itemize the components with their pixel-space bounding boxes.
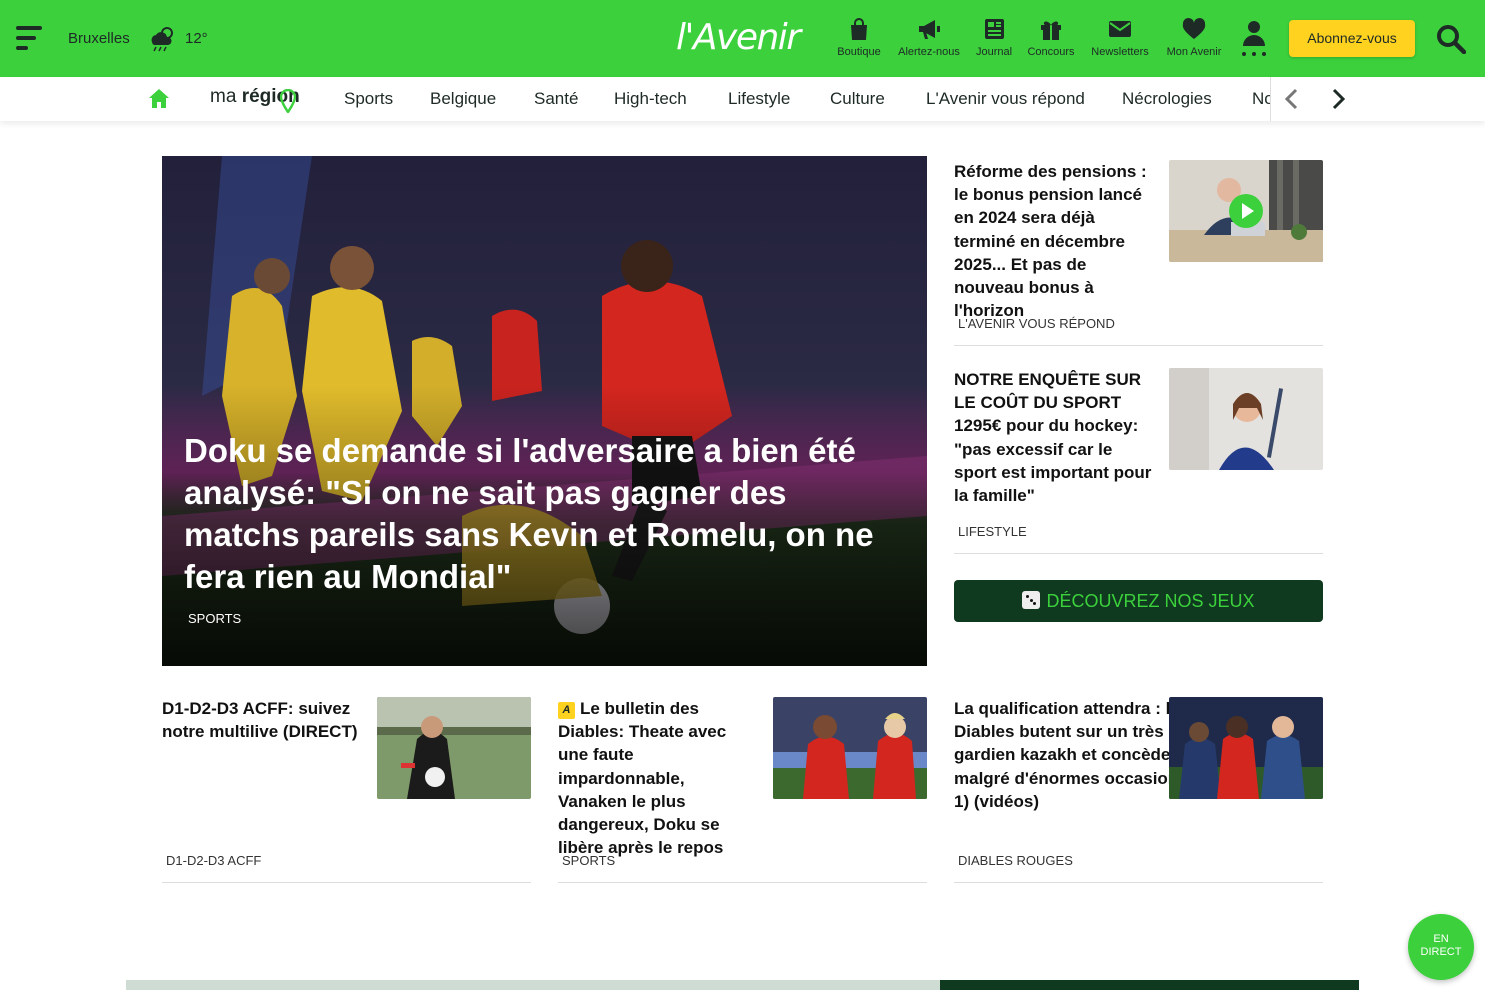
article-card[interactable]: A Le bulletin des Diables: Theate avec un… [558,697,927,883]
hero-article[interactable]: Doku se demande si l'adversaire a bien é… [162,156,927,666]
heart-icon [1182,17,1206,39]
gift-icon [1041,21,1061,40]
nav-sante[interactable]: Santé [534,89,578,109]
side-article-thumbnail[interactable] [1169,160,1323,262]
card-title-text: Le bulletin des Diables: Theate avec une… [558,699,727,858]
nav-concours[interactable]: Concours [1027,17,1075,61]
games-button-label: DÉCOUVREZ NOS JEUX [1046,591,1255,611]
section-nav: ma région Sports Belgique Santé High-tec… [0,77,1485,121]
nav-mon-avenir[interactable]: Mon Avenir [1164,17,1224,61]
nav-journal[interactable]: Journal [974,17,1014,61]
live-label-line1: EN [1433,933,1449,945]
side-article[interactable]: NOTRE ENQUÊTE SUR LE COÛT DU SPORT 1295€… [954,368,1323,554]
nav-newsletters[interactable]: Newsletters [1089,17,1151,61]
rain-cloud-icon [151,27,173,52]
nav-boutique[interactable]: Boutique [836,17,882,61]
next-section-sidebar [940,980,1359,990]
hero-title[interactable]: Doku se demande si l'adversaire a bien é… [184,430,904,598]
nav-lavenir-vous-repond[interactable]: L'Avenir vous répond [926,89,1085,109]
weather-city[interactable]: Bruxelles [68,30,130,47]
newspaper-icon [985,19,1004,39]
premium-badge: A [558,702,575,719]
nav-label: Mon Avenir [1166,46,1222,58]
article-card[interactable]: D1-D2-D3 ACFF: suivez notre multilive (D… [162,697,531,883]
nav-label: Alertez-nous [898,46,960,58]
user-account-icon[interactable] [1240,20,1268,58]
card-thumbnail[interactable] [773,697,927,799]
side-article-category[interactable]: L'AVENIR VOUS RÉPOND [958,316,1115,331]
dice-icon [1022,591,1041,609]
top-bar: Bruxelles 12° l'Avenir Boutique Alertez-… [0,0,1485,77]
nav-belgique[interactable]: Belgique [430,89,496,109]
card-thumbnail[interactable] [377,697,531,799]
card-category[interactable]: SPORTS [562,853,615,868]
location-pin-icon [280,89,296,113]
side-article-category[interactable]: LIFESTYLE [958,524,1027,539]
site-logo[interactable]: l'Avenir [676,17,801,58]
nav-alertez-nous[interactable]: Alertez-nous [896,17,962,61]
shopping-bag-icon [851,18,867,40]
nav-sports[interactable]: Sports [344,89,393,109]
weather-temperature: 12° [185,30,208,47]
nav-label: Journal [975,46,1013,58]
card-category[interactable]: D1-D2-D3 ACFF [166,853,261,868]
live-label-line2: DIRECT [1420,946,1462,958]
side-article-title[interactable]: Réforme des pensions : le bonus pension … [954,160,1154,322]
nav-label: Boutique [837,46,881,58]
nav-label: Newsletters [1091,46,1149,58]
nav-culture[interactable]: Culture [830,89,885,109]
nav-lifestyle[interactable]: Lifestyle [728,89,790,109]
games-button[interactable]: DÉCOUVREZ NOS JEUX [954,580,1323,622]
next-section-banner [126,980,940,990]
search-icon[interactable] [1436,24,1466,54]
card-thumbnail[interactable] [1169,697,1323,799]
card-title[interactable]: A Le bulletin des Diables: Theate avec un… [558,697,758,859]
article-card[interactable]: La qualification attendra : les Diables … [954,697,1323,883]
side-article[interactable]: Réforme des pensions : le bonus pension … [954,160,1323,346]
menu-icon[interactable] [16,26,42,52]
chevron-left-icon[interactable] [1281,87,1303,111]
hero-category[interactable]: SPORTS [188,611,241,626]
play-video-icon[interactable] [1228,193,1264,229]
megaphone-icon [919,20,940,39]
nav-divider [1270,77,1271,121]
side-article-title[interactable]: NOTRE ENQUÊTE SUR LE COÛT DU SPORT 1295€… [954,368,1154,507]
card-category[interactable]: DIABLES ROUGES [958,853,1073,868]
nav-label: Concours [1027,46,1075,58]
home-icon[interactable] [148,88,170,109]
live-button[interactable]: EN DIRECT [1408,914,1474,980]
chevron-right-icon[interactable] [1327,87,1349,111]
nav-high-tech[interactable]: High-tech [614,89,687,109]
card-title[interactable]: D1-D2-D3 ACFF: suivez notre multilive (D… [162,697,362,743]
subscribe-button[interactable]: Abonnez-vous [1289,20,1415,57]
nav-necrologies[interactable]: Nécrologies [1122,89,1212,109]
side-article-thumbnail[interactable] [1169,368,1323,470]
envelope-icon [1109,21,1131,37]
nav-truncated[interactable]: No [1252,89,1270,109]
ma-region-prefix: ma [210,86,242,107]
